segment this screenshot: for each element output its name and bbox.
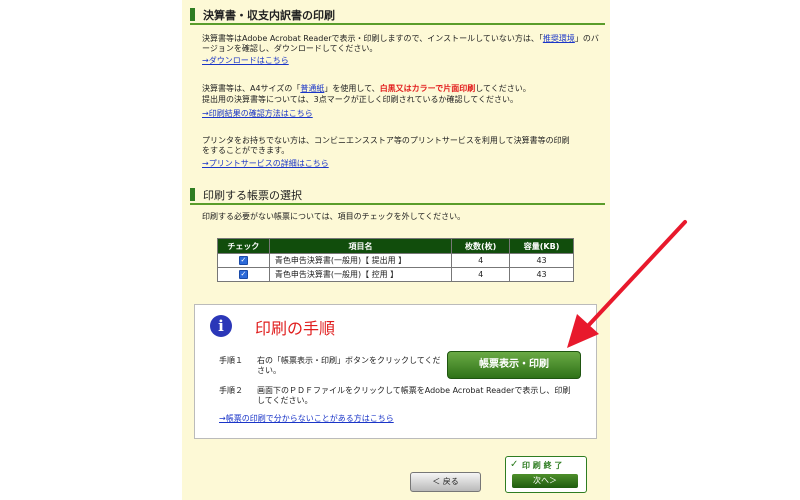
recommended-env-link[interactable]: 推奨環境 [543, 34, 575, 43]
paper-note-text-a: 決算書等は、A4サイズの「 [202, 84, 301, 93]
paper-note-text-c: してください。 [475, 84, 531, 93]
acrobat-note: 決算書等はAdobe Acrobat Readerで表示・印刷しますので、インス… [202, 34, 602, 54]
header-name: 項目名 [268, 238, 453, 254]
form-size: 43 [509, 253, 574, 268]
form-pages: 4 [451, 253, 511, 268]
table-row: ✓ 青色申告決算書(一般用)【 提出用 】 4 43 [217, 253, 574, 268]
print-mode-highlight: 白黒又はカラーで片面印刷 [379, 84, 476, 93]
step1-text: 右の「帳票表示・印刷」ボタンをクリックしてください。 [257, 356, 441, 375]
paper-note-text-b: 」を使用して、 [324, 84, 380, 93]
show-print-button[interactable]: 帳票表示・印刷 [447, 351, 581, 379]
section-title: 印刷する帳票の選択 [203, 189, 302, 202]
step2-text: 画面下のＰＤＦファイルをクリックして帳票をAdobe Acrobat Reade… [257, 386, 571, 405]
step1-label: 手順１ [219, 356, 243, 365]
section-marker [190, 188, 195, 201]
finish-label: 印 刷 終 了 [522, 461, 563, 470]
table-header-row: チェック 項目名 枚数(枚) 容量(KB) [217, 238, 574, 254]
step2-label: 手順２ [219, 386, 243, 395]
forms-table: チェック 項目名 枚数(枚) 容量(KB) ✓ 青色申告決算書(一般用)【 提出… [217, 238, 574, 282]
header-pages: 枚数(枚) [451, 238, 511, 254]
forms-desc: 印刷する必要がない帳票については、項目のチェックを外してください。 [202, 212, 466, 221]
checkbox[interactable]: ✓ [238, 270, 248, 279]
main-content: 決算書・収支内訳書の印刷 決算書等はAdobe Acrobat Readerで表… [182, 0, 610, 500]
acrobat-note-text-a: 決算書等はAdobe Acrobat Readerで表示・印刷しますので、インス… [202, 34, 543, 43]
check-cell: ✓ [217, 267, 270, 282]
help-link[interactable]: →帳票の印刷で分からないことがある方はこちら [219, 414, 394, 424]
finish-print-button[interactable]: ✓ 印 刷 終 了 次へ＞ [505, 456, 587, 493]
section-header-print: 決算書・収支内訳書の印刷 [190, 6, 605, 25]
form-size: 43 [509, 267, 574, 282]
check-icon: ✓ [510, 459, 519, 470]
panel-title: 印刷の手順 [255, 319, 336, 338]
form-pages: 4 [451, 267, 511, 282]
section-header-forms: 印刷する帳票の選択 [190, 186, 605, 205]
form-name: 青色申告決算書(一般用)【 提出用 】 [268, 253, 453, 268]
print-service-link[interactable]: →プリントサービスの詳細はこちら [202, 159, 329, 169]
next-button[interactable]: 次へ＞ [512, 474, 578, 488]
section-marker [190, 8, 195, 21]
info-icon: i [210, 315, 232, 337]
plain-paper-link[interactable]: 普通紙 [300, 84, 324, 93]
mark-note: 提出用の決算書等については、3点マークが正しく印刷されているか確認してください。 [202, 95, 518, 104]
header-size: 容量(KB) [509, 238, 574, 254]
table-row: ✓ 青色申告決算書(一般用)【 控用 】 4 43 [217, 267, 574, 282]
header-check: チェック [217, 238, 270, 254]
check-cell: ✓ [217, 253, 270, 268]
confirm-method-link[interactable]: →印刷結果の確認方法はこちら [202, 109, 313, 119]
section-title: 決算書・収支内訳書の印刷 [203, 9, 335, 22]
back-button[interactable]: ＜ 戻る [410, 472, 481, 492]
download-link[interactable]: →ダウンロードはこちら [202, 56, 289, 66]
paper-note: 決算書等は、A4サイズの「普通紙」を使用して、白黒又はカラーで片面印刷してくださ… [202, 84, 602, 94]
form-name: 青色申告決算書(一般用)【 控用 】 [268, 267, 453, 282]
print-procedure-panel: i 印刷の手順 手順１ 右の「帳票表示・印刷」ボタンをクリックしてください。 手… [194, 304, 597, 439]
print-service-note: プリンタをお持ちでない方は、コンビニエンスストア等のプリントサービスを利用して決… [202, 136, 570, 155]
checkbox[interactable]: ✓ [238, 256, 248, 265]
